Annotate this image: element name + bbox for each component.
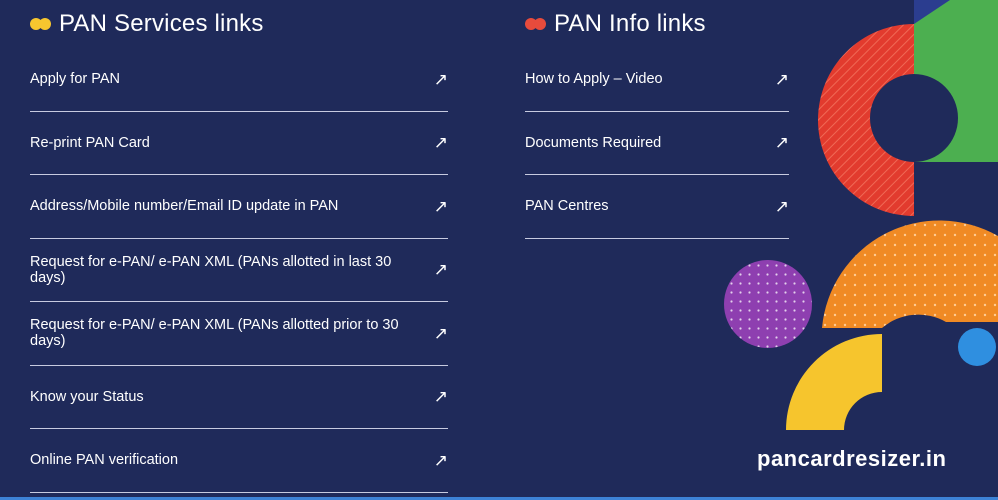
yellow-dots-icon	[30, 18, 51, 30]
link-address-update[interactable]: Address/Mobile number/Email ID update in…	[30, 175, 448, 239]
link-label: Re-print PAN Card	[30, 134, 150, 151]
link-label: Request for e-PAN/ e-PAN XML (PANs allot…	[30, 253, 392, 286]
link-label: How to Apply – Video	[525, 71, 663, 88]
arrow-up-right-icon: ↗	[433, 260, 448, 280]
pan-services-list: Apply for PAN ↗ Re-print PAN Card ↗ Addr…	[30, 48, 448, 493]
pan-services-section: PAN Services links Apply for PAN ↗ Re-pr…	[30, 0, 448, 493]
yellow-quarter-ring	[786, 334, 882, 430]
link-apply-for-pan[interactable]: Apply for PAN ↗	[30, 48, 448, 112]
blue-circle	[958, 328, 996, 366]
arrow-up-right-icon: ↗	[433, 69, 448, 89]
green-half-disc	[914, 0, 998, 162]
decorative-artwork	[724, 0, 998, 430]
link-label: Online PAN verification	[30, 452, 179, 469]
link-label: PAN Centres	[525, 198, 609, 215]
link-label: Know your Status	[30, 388, 144, 405]
red-striped-half-ring	[818, 24, 914, 216]
arrow-up-right-icon: ↗	[433, 196, 448, 216]
arrow-up-right-icon: ↗	[433, 450, 448, 470]
link-label: Documents Required	[525, 134, 662, 151]
link-label: Apply for PAN	[30, 71, 120, 88]
arrow-up-right-icon: ↗	[433, 323, 448, 343]
arrow-up-right-icon: ↗	[433, 133, 448, 153]
link-epan-last-30-days[interactable]: Request for e-PAN/ e-PAN XML (PANs allot…	[30, 239, 448, 302]
link-online-pan-verification[interactable]: Online PAN verification ↗	[30, 429, 448, 493]
red-dots-icon	[525, 18, 546, 30]
link-label: Address/Mobile number/Email ID update in…	[30, 198, 339, 215]
pan-services-title: PAN Services links	[59, 10, 264, 37]
link-reprint-pan-card[interactable]: Re-print PAN Card ↗	[30, 112, 448, 175]
link-know-your-status[interactable]: Know your Status ↗	[30, 366, 448, 429]
pan-services-header: PAN Services links	[30, 0, 448, 48]
pan-info-title: PAN Info links	[554, 10, 706, 37]
watermark-text: pancardresizer.in	[757, 446, 947, 471]
link-epan-prior-30-days[interactable]: Request for e-PAN/ e-PAN XML (PANs allot…	[30, 302, 448, 366]
link-label: Request for e-PAN/ e-PAN XML (PANs allot…	[30, 317, 399, 350]
arrow-up-right-icon: ↗	[433, 387, 448, 407]
